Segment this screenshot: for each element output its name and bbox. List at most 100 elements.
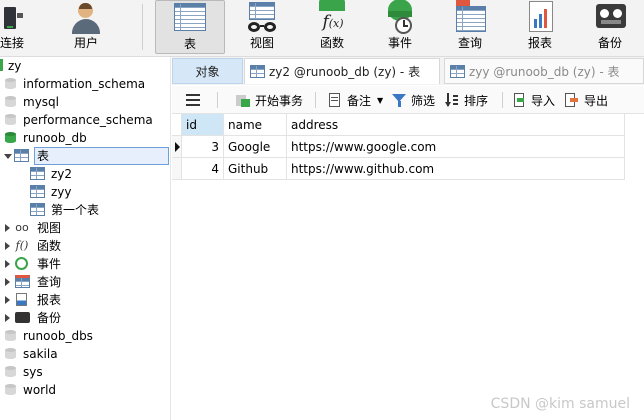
- filter-icon: [392, 93, 406, 107]
- begin-transaction-label: 开始事务: [255, 93, 304, 108]
- tree-db-sakila[interactable]: sakila: [0, 345, 170, 363]
- sort-icon: [445, 93, 459, 107]
- cell-name[interactable]: Github: [224, 158, 287, 180]
- tree-folder-events[interactable]: 事件: [0, 255, 170, 273]
- database-open-icon: [5, 132, 16, 144]
- tree-table-first[interactable]: 第一个表: [0, 201, 170, 219]
- sort-button[interactable]: 排序: [445, 91, 488, 109]
- tree-db-world[interactable]: world: [0, 381, 170, 399]
- database-name: sakila: [23, 347, 58, 361]
- connection-icon: [0, 1, 30, 35]
- table-icon: [250, 65, 265, 78]
- memo-button[interactable]: 备注 ▼: [328, 91, 383, 109]
- table-icon: [172, 2, 208, 36]
- query-button[interactable]: 查询: [450, 0, 490, 54]
- begin-transaction-button[interactable]: 开始事务: [236, 91, 303, 109]
- cell-id[interactable]: 4: [182, 158, 224, 180]
- function-icon: f(x): [314, 0, 350, 35]
- user-button[interactable]: 用户: [66, 0, 106, 54]
- row-indicator[interactable]: [172, 158, 182, 180]
- tab-label: zyy @runoob_db (zy) - 表: [469, 64, 620, 79]
- database-name: information_schema: [23, 77, 146, 91]
- database-icon: [5, 78, 16, 90]
- dropdown-arrow-icon[interactable]: ▼: [377, 96, 383, 105]
- backup-icon: [15, 312, 30, 323]
- connection-name: zy: [8, 59, 22, 73]
- tree-db-mysql[interactable]: mysql: [0, 93, 170, 111]
- expand-arrow-icon[interactable]: [5, 296, 10, 304]
- export-label: 导出: [584, 93, 609, 108]
- database-icon: [5, 348, 16, 360]
- column-header-id[interactable]: id: [182, 114, 224, 136]
- backup-button[interactable]: 备份: [590, 0, 630, 54]
- tree-db-runoob-db[interactable]: runoob_db: [0, 129, 170, 147]
- tree-table-zyy[interactable]: zyy: [0, 183, 170, 201]
- function-button[interactable]: f(x) 函数: [312, 0, 352, 54]
- cell-address[interactable]: https://www.google.com: [287, 136, 625, 158]
- user-label: 用户: [73, 36, 98, 50]
- expand-arrow-icon[interactable]: [5, 242, 10, 250]
- expand-arrow-icon[interactable]: [5, 314, 10, 322]
- cell-name[interactable]: Google: [224, 136, 287, 158]
- tree-folder-views[interactable]: oo 视图: [0, 219, 170, 237]
- tree-db-information-schema[interactable]: information_schema: [0, 75, 170, 93]
- tree-db-performance-schema[interactable]: performance_schema: [0, 111, 170, 129]
- database-icon: [5, 330, 16, 342]
- view-button[interactable]: 视图: [242, 0, 282, 54]
- tree-db-sys[interactable]: sys: [0, 363, 170, 381]
- tab-objects-label: 对象: [195, 64, 220, 79]
- menu-button[interactable]: [186, 91, 200, 109]
- export-button[interactable]: 导出: [565, 91, 608, 109]
- column-header-address[interactable]: address: [287, 114, 625, 136]
- navigator-tree: zy information_schema mysql performance_…: [0, 57, 171, 420]
- folder-label: 表: [37, 149, 50, 163]
- view-label: 视图: [249, 36, 274, 50]
- event-button[interactable]: 事件: [380, 0, 420, 54]
- expand-arrow-icon[interactable]: [5, 278, 10, 286]
- report-icon: [16, 293, 27, 306]
- table-folder-icon: [14, 149, 29, 162]
- column-header-name[interactable]: name: [224, 114, 287, 136]
- table-name: zy2: [51, 167, 73, 181]
- tab-zy2-table[interactable]: zy2 @runoob_db (zy) - 表: [244, 58, 440, 84]
- expand-arrow-icon[interactable]: [5, 224, 10, 232]
- table-button[interactable]: 表: [155, 0, 225, 54]
- database-name: performance_schema: [23, 113, 153, 127]
- memo-label: 备注: [347, 93, 372, 108]
- selection-highlight: [34, 147, 169, 165]
- expand-arrow-icon[interactable]: [4, 154, 12, 159]
- connection-button[interactable]: 连接: [0, 0, 30, 54]
- import-label: 导入: [531, 93, 556, 108]
- tree-folder-backups[interactable]: 备份: [0, 309, 170, 327]
- tree-folder-tables[interactable]: 表: [0, 147, 170, 165]
- tree-folder-queries[interactable]: 查询: [0, 273, 170, 291]
- tab-label: zy2 @runoob_db (zy) - 表: [269, 65, 421, 79]
- folder-label: 函数: [37, 239, 62, 253]
- table-label: 表: [183, 37, 196, 51]
- database-icon: [5, 114, 16, 126]
- cell-id[interactable]: 3: [182, 136, 224, 158]
- folder-label: 视图: [37, 221, 62, 235]
- cell-address[interactable]: https://www.github.com: [287, 158, 625, 180]
- query-icon: [15, 275, 30, 288]
- import-button[interactable]: 导入: [512, 91, 555, 109]
- table-toolbar: 开始事务 备注 ▼ 筛选 排序 导入 导出: [172, 86, 644, 114]
- connection-status-icon: [0, 59, 3, 71]
- tab-objects[interactable]: 对象: [172, 58, 243, 84]
- tree-connection-zy[interactable]: zy: [0, 57, 170, 75]
- filter-button[interactable]: 筛选: [392, 91, 435, 109]
- database-name: mysql: [23, 95, 59, 109]
- tab-zyy-table[interactable]: zyy @runoob_db (zy) - 表: [444, 58, 644, 84]
- expand-arrow-icon[interactable]: [5, 260, 10, 268]
- tree-folder-reports[interactable]: 报表: [0, 291, 170, 309]
- report-label: 报表: [527, 36, 552, 50]
- backup-label: 备份: [597, 36, 622, 50]
- database-name: world: [23, 383, 57, 397]
- backup-icon: [592, 1, 628, 35]
- user-icon: [68, 1, 104, 35]
- tree-db-runoob-dbs[interactable]: runoob_dbs: [0, 327, 170, 345]
- tree-table-zy2[interactable]: zy2: [0, 165, 170, 183]
- report-button[interactable]: 报表: [520, 0, 560, 54]
- tree-folder-functions[interactable]: f() 函数: [0, 237, 170, 255]
- row-indicator[interactable]: [172, 136, 182, 158]
